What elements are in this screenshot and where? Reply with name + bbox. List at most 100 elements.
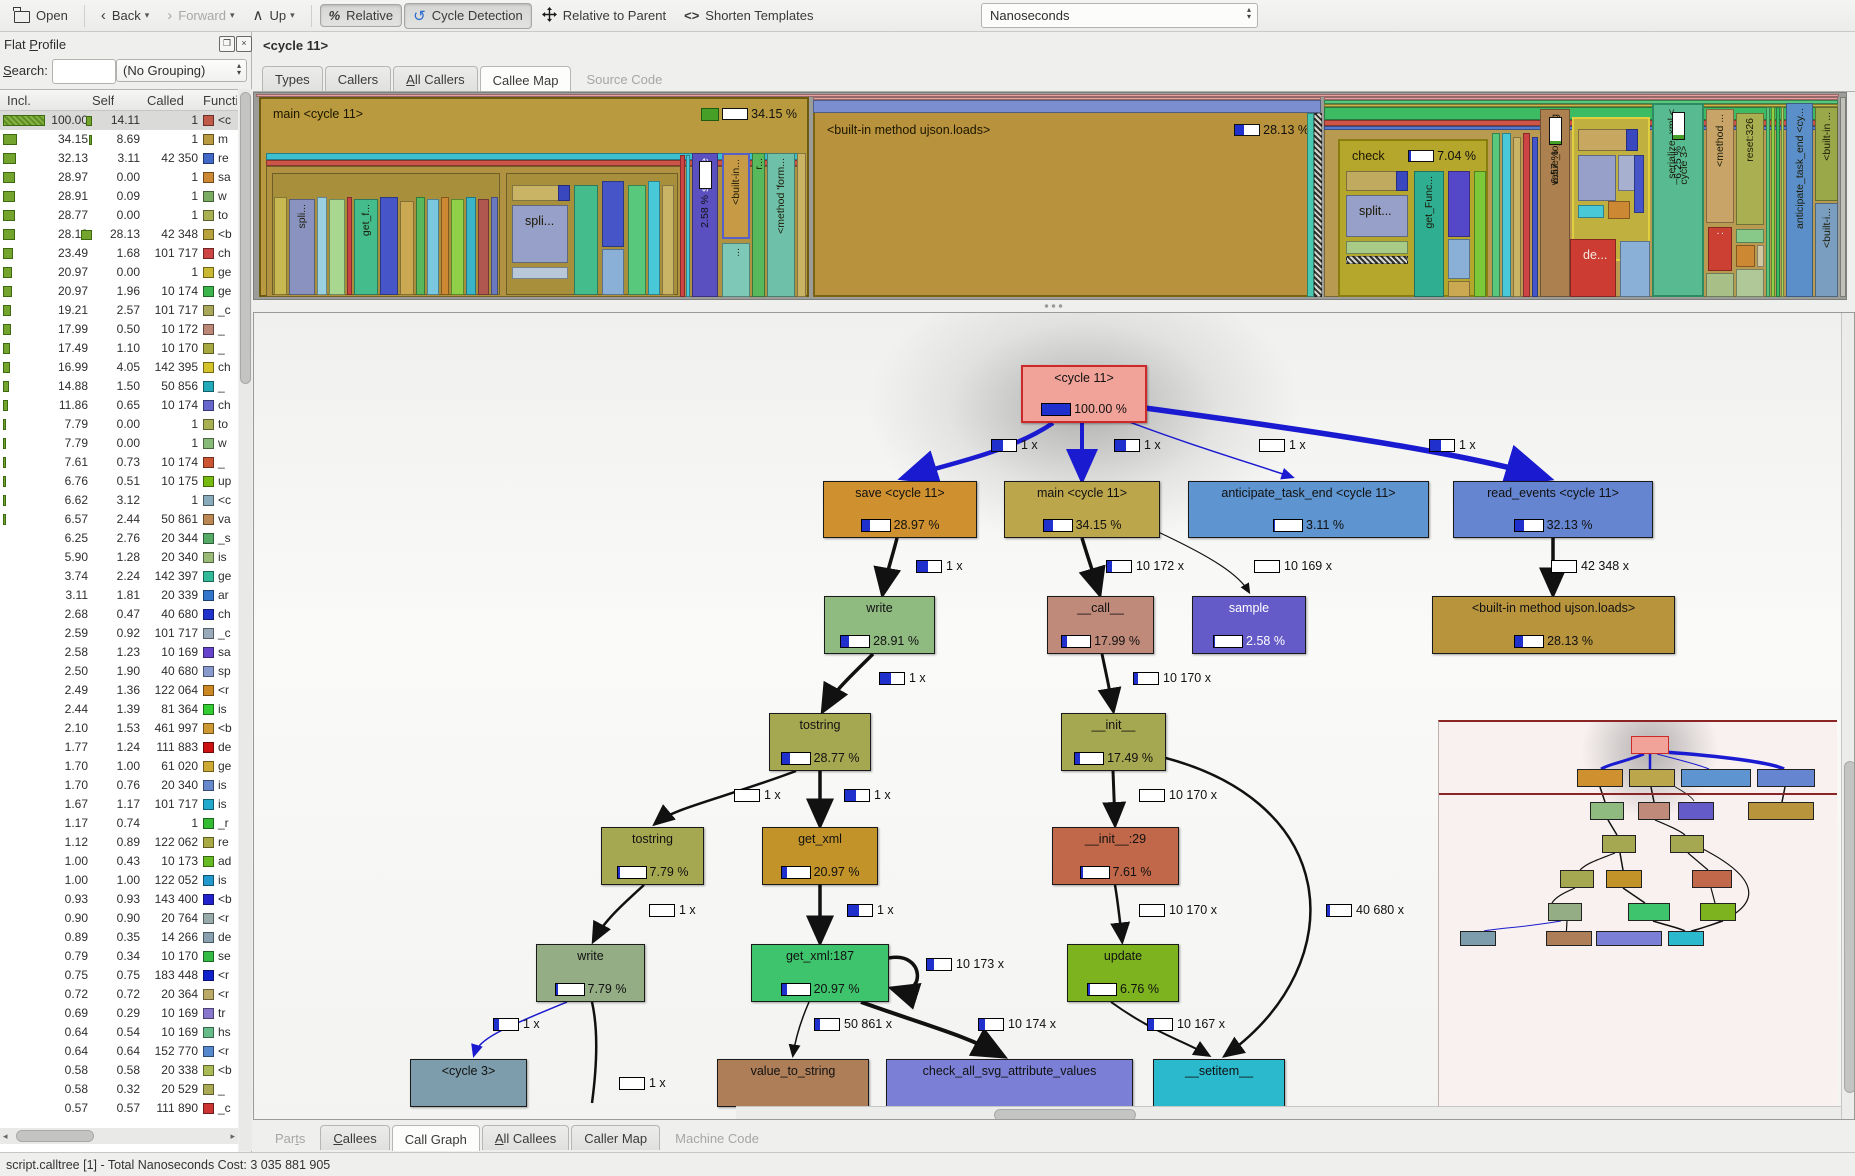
table-row[interactable]: 0.58 0.58 20 338 <b [0, 1061, 238, 1080]
scroll-right-icon[interactable]: ▸ [230, 1131, 235, 1142]
table-row[interactable]: 34.15 8.69 1 m [0, 130, 238, 149]
treemap-block[interactable] [1781, 107, 1784, 297]
splitter[interactable] [253, 300, 1855, 312]
tab-callers[interactable]: Callers [324, 66, 392, 91]
graph-node--setitem-[interactable]: __setitem__ [1153, 1059, 1285, 1107]
treemap-block[interactable] [1766, 107, 1770, 297]
scroll-left-icon[interactable]: ◂ [3, 1131, 8, 1142]
graph-node-tostring[interactable]: tostring 28.77 % [769, 713, 871, 771]
treemap-block[interactable]: get_Func... [1414, 171, 1444, 297]
table-row[interactable]: 2.58 1.23 10 169 sa [0, 643, 238, 662]
treemap-block[interactable] [329, 199, 345, 295]
treemap-block[interactable] [1314, 113, 1322, 297]
treemap-block[interactable] [1492, 133, 1500, 297]
treemap-block[interactable]: spli... [289, 199, 315, 295]
back-button[interactable]: ‹ Back ▾ [93, 5, 157, 26]
tab-callee-map[interactable]: Callee Map [479, 66, 572, 92]
table-row[interactable]: 100.00 14.11 1 <c [0, 111, 238, 130]
treemap-block[interactable] [1578, 155, 1616, 201]
tab-machine-code[interactable]: Machine Code [662, 1125, 772, 1150]
treemap-block[interactable]: _serialize_xml < cycle 3>6.25 % [1652, 103, 1704, 297]
treemap-block[interactable]: <built-in... [722, 153, 750, 239]
table-row[interactable]: 17.49 1.10 10 170 _ [0, 339, 238, 358]
table-row[interactable]: 14.88 1.50 50 856 _ [0, 377, 238, 396]
table-row[interactable]: 0.93 0.93 143 400 <b [0, 890, 238, 909]
graph-node-value-to-string[interactable]: value_to_string [717, 1059, 869, 1107]
graph-node-write[interactable]: write 28.91 % [824, 596, 935, 654]
treemap-block[interactable] [400, 201, 414, 295]
relative-to-parent-toggle[interactable]: Relative to Parent [534, 4, 674, 28]
table-row[interactable]: 7.79 0.00 1 to [0, 415, 238, 434]
table-row[interactable]: 2.44 1.39 81 364 is [0, 700, 238, 719]
treemap-block[interactable] [1608, 201, 1630, 219]
open-button[interactable]: Open [6, 5, 76, 26]
treemap-block[interactable] [628, 185, 646, 295]
table-row[interactable]: 6.57 2.44 50 861 va [0, 510, 238, 529]
table-row[interactable]: 28.97 0.00 1 sa [0, 168, 238, 187]
table-row[interactable]: 19.21 2.57 101 717 _c [0, 301, 238, 320]
chevron-down-icon[interactable]: ▾ [290, 10, 295, 21]
tab-parts[interactable]: Parts [262, 1125, 318, 1150]
treemap-block[interactable] [1736, 229, 1764, 243]
table-row[interactable]: 0.79 0.34 10 170 se [0, 947, 238, 966]
tab-all-callers[interactable]: All Callers [393, 66, 478, 91]
table-row[interactable]: 23.49 1.68 101 717 ch [0, 244, 238, 263]
event-type-combobox[interactable]: Nanoseconds ▴ ▾ [981, 3, 1258, 28]
tab-types[interactable]: Types [262, 66, 323, 91]
treemap-block[interactable] [1578, 205, 1604, 218]
table-row[interactable]: 0.64 0.54 10 169 hs [0, 1023, 238, 1042]
treemap-block[interactable] [1307, 113, 1314, 297]
treemap-block[interactable] [662, 185, 674, 295]
chevron-down-icon[interactable]: ▾ [230, 10, 235, 21]
graph-node-main-cycle-11-[interactable]: main <cycle 11> 34.15 % [1004, 481, 1160, 538]
treemap-block[interactable]: r... [752, 153, 765, 297]
table-row[interactable]: 5.90 1.28 20 340 is [0, 548, 238, 567]
graph-node--call-[interactable]: __call__ 17.99 % [1047, 596, 1154, 654]
table-row[interactable]: 0.64 0.64 152 770 <r [0, 1042, 238, 1061]
treemap-block[interactable]: ... [722, 243, 750, 297]
graph-node-update[interactable]: update 6.76 % [1067, 944, 1179, 1002]
table-row[interactable]: 28.13 28.13 42 348 <b [0, 225, 238, 244]
table-row[interactable]: 6.62 3.12 1 <c [0, 491, 238, 510]
treemap-block[interactable] [1620, 241, 1650, 297]
graph-node-tostring[interactable]: tostring 7.79 % [601, 827, 704, 885]
graph-node-anticipate-task-end-cycle-11-[interactable]: anticipate_task_end <cycle 11> 3.11 % [1188, 481, 1429, 538]
table-row[interactable]: 16.99 4.05 142 395 ch [0, 358, 238, 377]
graph-node--init-[interactable]: __init__ 17.49 % [1061, 713, 1166, 771]
treemap-block[interactable] [317, 197, 327, 295]
graph-node-sample[interactable]: sample 2.58 % [1192, 596, 1306, 654]
table-row[interactable]: 3.11 1.81 20 339 ar [0, 586, 238, 605]
treemap-block[interactable]: : [1708, 227, 1732, 271]
treemap-block[interactable]: reset:326 [1736, 113, 1764, 225]
table-row[interactable]: 0.58 0.32 20 529 _ [0, 1080, 238, 1099]
treemap-block[interactable] [416, 197, 425, 295]
table-row[interactable]: 11.86 0.65 10 174 ch [0, 396, 238, 415]
treemap-block[interactable] [1448, 281, 1470, 297]
treemap-block[interactable] [451, 199, 464, 295]
treemap-block[interactable] [1776, 107, 1780, 297]
treemap-block[interactable] [347, 197, 352, 295]
treemap-block[interactable] [680, 155, 685, 297]
treemap-block[interactable] [1706, 273, 1734, 297]
table-row[interactable]: 20.97 1.96 10 174 ge [0, 282, 238, 301]
treemap-block[interactable] [1396, 171, 1408, 191]
float-dock-icon[interactable]: ❐ [219, 36, 235, 52]
treemap-block[interactable]: de... [1570, 239, 1616, 297]
treemap-block[interactable] [1448, 239, 1470, 279]
table-row[interactable]: 1.77 1.24 111 883 de [0, 738, 238, 757]
table-row[interactable]: 20.97 0.00 1 ge [0, 263, 238, 282]
table-row[interactable]: 17.99 0.50 10 172 _ [0, 320, 238, 339]
treemap-block[interactable] [466, 197, 476, 295]
treemap-block[interactable] [574, 185, 598, 295]
table-row[interactable]: 32.13 3.11 42 350 re [0, 149, 238, 168]
table-row[interactable]: 0.69 0.29 10 169 tr [0, 1004, 238, 1023]
table-row[interactable]: 28.77 0.00 1 to [0, 206, 238, 225]
relative-toggle[interactable]: % Relative [319, 4, 403, 27]
table-row[interactable]: 2.10 1.53 461 997 <b [0, 719, 238, 738]
treemap-block[interactable]: <built-i... [1815, 203, 1838, 297]
treemap-block[interactable] [1757, 245, 1764, 267]
table-row[interactable]: 1.67 1.17 101 717 is [0, 795, 238, 814]
treemap-block[interactable]: spli... [512, 205, 568, 263]
treemap-block[interactable] [1346, 241, 1408, 254]
graph-node-get-xml[interactable]: get_xml 20.97 % [762, 827, 878, 885]
